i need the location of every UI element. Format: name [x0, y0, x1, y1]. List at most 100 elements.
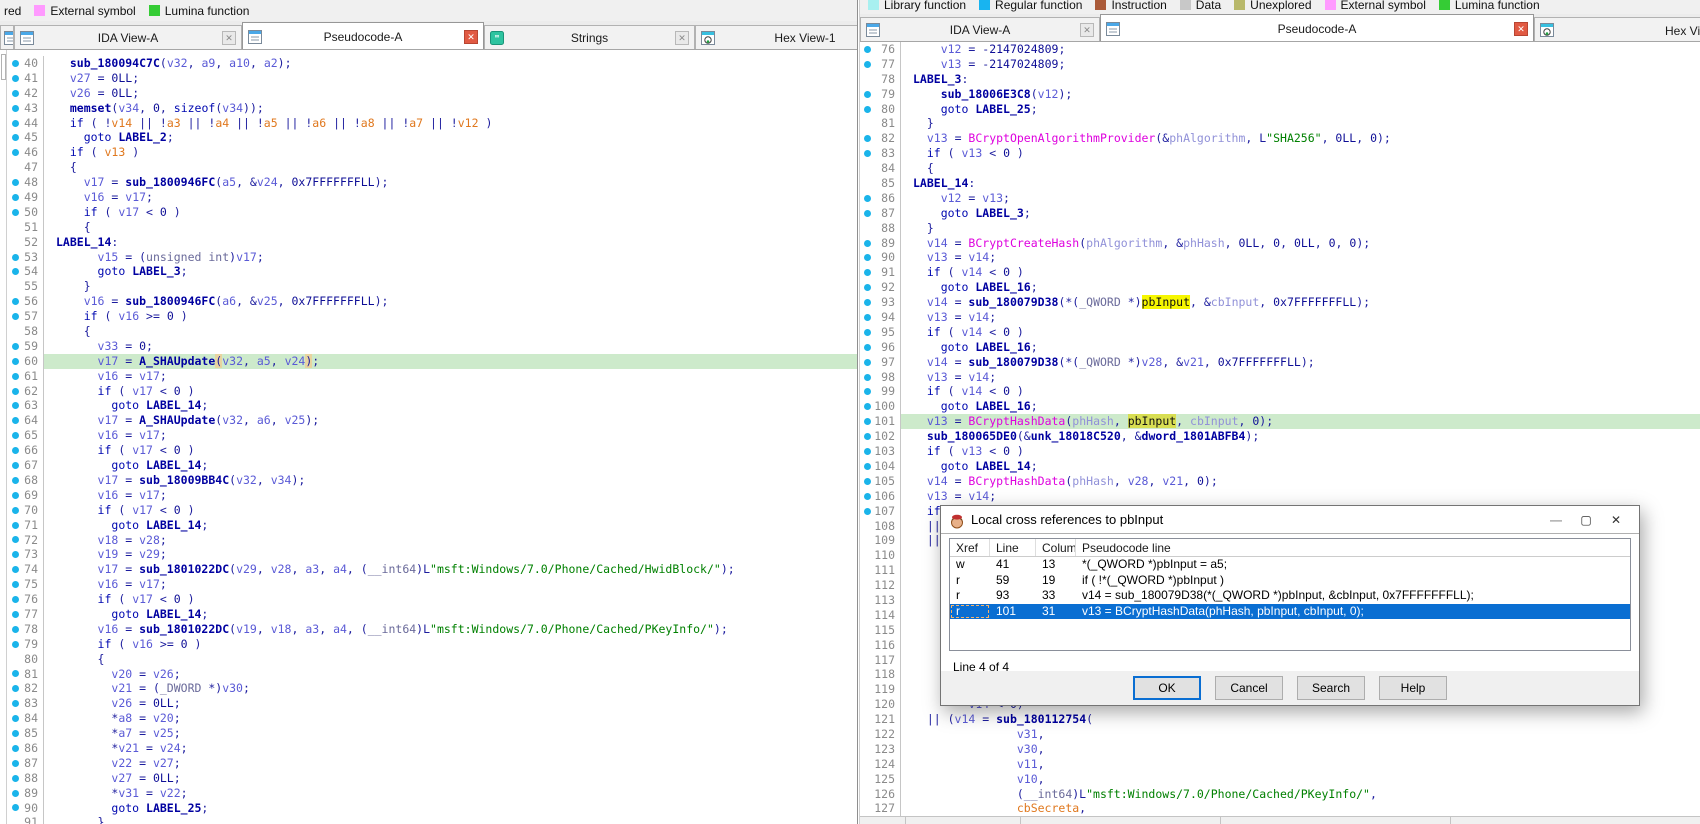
cancel-button[interactable]: Cancel — [1215, 676, 1283, 700]
code-line[interactable]: 76 if ( v17 < 0 ) — [0, 592, 857, 607]
xref-row[interactable]: r10131v13 = BCryptHashData(phHash, pbInp… — [950, 604, 1630, 620]
code-line[interactable]: 55 } — [0, 279, 857, 294]
code-line[interactable]: 46 if ( v13 ) — [0, 145, 857, 160]
code-line[interactable]: 43 memset(v34, 0, sizeof(v34)); — [0, 101, 857, 116]
code-line[interactable]: 71 goto LABEL_14; — [0, 518, 857, 533]
code-line[interactable]: 44 if ( !v14 || !a3 || !a4 || !a5 || !a6… — [0, 116, 857, 131]
code-line[interactable]: 61 v16 = v17; — [0, 369, 857, 384]
code-line[interactable]: 59 v33 = 0; — [0, 339, 857, 354]
code-line[interactable]: 99 if ( v14 < 0 ) — [860, 384, 1700, 399]
code-line[interactable]: 73 v19 = v29; — [0, 547, 857, 562]
code-line[interactable]: 125 v10, — [860, 772, 1700, 787]
code-line[interactable]: 78 v16 = sub_1801022DC(v19, v18, a3, a4,… — [0, 622, 857, 637]
code-line[interactable]: 84 { — [860, 161, 1700, 176]
code-line[interactable]: 97 v14 = sub_180079D38(*(_QWORD *)v28, &… — [860, 355, 1700, 370]
tab-stub[interactable] — [0, 25, 14, 49]
code-line[interactable]: 54 goto LABEL_3; — [0, 264, 857, 279]
code-line[interactable]: 40 sub_180094C7C(v32, a9, a10, a2); — [0, 56, 857, 71]
code-line[interactable]: 85LABEL_14: — [860, 176, 1700, 191]
code-line[interactable]: 88 } — [860, 221, 1700, 236]
code-line[interactable]: 65 v16 = v17; — [0, 428, 857, 443]
code-line[interactable]: 86 v12 = v13; — [860, 191, 1700, 206]
code-line[interactable]: 78LABEL_3: — [860, 72, 1700, 87]
code-line[interactable]: 52LABEL_14: — [0, 235, 857, 250]
pseudocode-view-right[interactable]: 76 v12 = -2147024809;77 v13 = -214702480… — [860, 42, 1700, 824]
column-header-column[interactable]: Colum — [1036, 539, 1076, 556]
code-line[interactable]: 89 *v31 = v22; — [0, 786, 857, 801]
code-line[interactable]: 90 v13 = v14; — [860, 250, 1700, 265]
code-line[interactable]: 127 cbSecreta, — [860, 801, 1700, 816]
code-line[interactable]: 101 v13 = BCryptHashData(phHash, pbInput… — [860, 414, 1700, 429]
code-line[interactable]: 82 v13 = BCryptOpenAlgorithmProvider(&ph… — [860, 131, 1700, 146]
xref-list[interactable]: Xref Line Colum Pseudocode line w4113*(_… — [949, 538, 1631, 651]
code-line[interactable]: 60 v17 = A_SHAUpdate(v32, a5, v24); — [0, 354, 857, 369]
code-line[interactable]: 85 *a7 = v25; — [0, 726, 857, 741]
code-line[interactable]: 50 if ( v17 < 0 ) — [0, 205, 857, 220]
code-line[interactable]: 123 v30, — [860, 742, 1700, 757]
close-icon[interactable]: ✕ — [1601, 513, 1631, 527]
code-line[interactable]: 103 if ( v13 < 0 ) — [860, 444, 1700, 459]
xref-row[interactable]: w4113*(_QWORD *)pbInput = a5; — [950, 557, 1630, 573]
code-line[interactable]: 80 goto LABEL_25; — [860, 102, 1700, 117]
search-button[interactable]: Search — [1297, 676, 1365, 700]
tab-hex-view-1[interactable]: Hex View-1 — [695, 25, 857, 49]
code-line[interactable]: 124 v11, — [860, 757, 1700, 772]
code-line[interactable]: 95 if ( v14 < 0 ) — [860, 325, 1700, 340]
code-line[interactable]: 104 goto LABEL_14; — [860, 459, 1700, 474]
code-line[interactable]: 84 *a8 = v20; — [0, 711, 857, 726]
code-line[interactable]: 66 if ( v17 < 0 ) — [0, 443, 857, 458]
pseudocode-view-left[interactable]: 40 sub_180094C7C(v32, a9, a10, a2);41 v2… — [0, 50, 857, 824]
code-line[interactable]: 47 { — [0, 160, 857, 175]
code-line[interactable]: 102 sub_180065DE0(&unk_18018C520, &dword… — [860, 429, 1700, 444]
code-line[interactable]: 89 v14 = BCryptCreateHash(phAlgorithm, &… — [860, 236, 1700, 251]
code-line[interactable]: 77 v13 = -2147024809; — [860, 57, 1700, 72]
code-line[interactable]: 83 if ( v13 < 0 ) — [860, 146, 1700, 161]
code-line[interactable]: 64 v17 = A_SHAUpdate(v32, a6, v25); — [0, 413, 857, 428]
ok-button[interactable]: OK — [1133, 676, 1201, 700]
code-line[interactable]: 62 if ( v17 < 0 ) — [0, 384, 857, 399]
code-line[interactable]: 77 goto LABEL_14; — [0, 607, 857, 622]
code-line[interactable]: 122 v31, — [860, 727, 1700, 742]
column-header-pseudocode[interactable]: Pseudocode line — [1076, 539, 1630, 556]
code-line[interactable]: 57 if ( v16 >= 0 ) — [0, 309, 857, 324]
close-tab-icon[interactable]: ✕ — [675, 31, 689, 45]
column-header-xref[interactable]: Xref — [950, 539, 990, 556]
code-line[interactable]: 56 v16 = sub_1800946FC(a6, &v25, 0x7FFFF… — [0, 294, 857, 309]
code-line[interactable]: 69 v16 = v17; — [0, 488, 857, 503]
code-line[interactable]: 91 } — [0, 815, 857, 824]
code-line[interactable]: 79 sub_18006E3C8(v12); — [860, 87, 1700, 102]
code-line[interactable]: 106 v13 = v14; — [860, 489, 1700, 504]
code-line[interactable]: 91 if ( v14 < 0 ) — [860, 265, 1700, 280]
minimize-button[interactable]: — — [1541, 513, 1571, 527]
code-line[interactable]: 58 { — [0, 324, 857, 339]
xref-row[interactable]: r9333v14 = sub_180079D38(*(_QWORD *)pbIn… — [950, 588, 1630, 604]
maximize-button[interactable]: ▢ — [1571, 513, 1601, 527]
code-line[interactable]: 94 v13 = v14; — [860, 310, 1700, 325]
tab-ida-view-a[interactable]: IDA View-A✕ — [14, 25, 242, 49]
code-line[interactable]: 53 v15 = (unsigned int)v17; — [0, 250, 857, 265]
code-line[interactable]: 51 { — [0, 220, 857, 235]
code-line[interactable]: 81 } — [860, 116, 1700, 131]
code-line[interactable]: 87 goto LABEL_3; — [860, 206, 1700, 221]
tab-ida-view-a[interactable]: IDA View-A✕ — [860, 17, 1100, 41]
code-line[interactable]: 88 v27 = 0LL; — [0, 771, 857, 786]
tab-strings[interactable]: "Strings✕ — [484, 25, 695, 49]
code-line[interactable]: 80 { — [0, 652, 857, 667]
code-line[interactable]: 49 v16 = v17; — [0, 190, 857, 205]
code-line[interactable]: 98 v13 = v14; — [860, 370, 1700, 385]
close-tab-icon[interactable]: ✕ — [1080, 23, 1094, 37]
code-line[interactable]: 126 (__int64)L"msft:Windows/7.0/Phone/Ca… — [860, 787, 1700, 802]
code-line[interactable]: 82 v21 = (_DWORD *)v30; — [0, 681, 857, 696]
code-line[interactable]: 105 v14 = BCryptHashData(phHash, v28, v2… — [860, 474, 1700, 489]
code-line[interactable]: 67 goto LABEL_14; — [0, 458, 857, 473]
code-line[interactable]: 75 v16 = v17; — [0, 577, 857, 592]
close-tab-icon[interactable]: ✕ — [464, 30, 478, 44]
code-line[interactable]: 72 v18 = v28; — [0, 533, 857, 548]
code-line[interactable]: 93 v14 = sub_180079D38(*(_QWORD *)pbInpu… — [860, 295, 1700, 310]
tab-hex-view-1[interactable]: Hex View-1 — [1534, 17, 1700, 41]
code-line[interactable]: 74 v17 = sub_1801022DC(v29, v28, a3, a4,… — [0, 562, 857, 577]
code-line[interactable]: 41 v27 = 0LL; — [0, 71, 857, 86]
code-line[interactable]: 87 v22 = v27; — [0, 756, 857, 771]
code-line[interactable]: 121 || (v14 = sub_180112754( — [860, 712, 1700, 727]
close-tab-icon[interactable]: ✕ — [1514, 22, 1528, 36]
